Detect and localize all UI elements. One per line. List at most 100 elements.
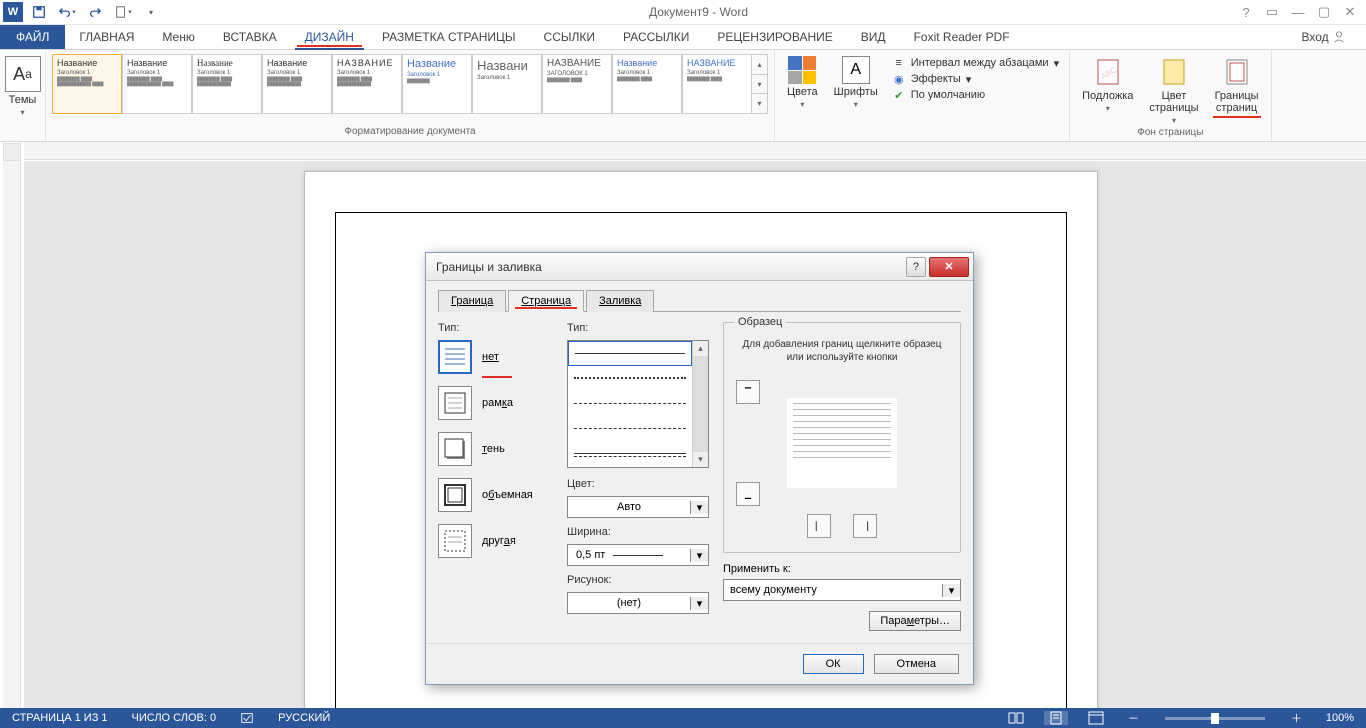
set-default-button[interactable]: ✔По умолчанию — [892, 88, 1059, 102]
status-lang[interactable]: РУССКИЙ — [274, 712, 334, 724]
art-combo[interactable]: (нет)▾ — [567, 592, 709, 614]
tab-review[interactable]: РЕЦЕНЗИРОВАНИЕ — [703, 25, 846, 49]
help-icon[interactable]: ? — [1234, 1, 1258, 23]
tab-references[interactable]: ССЫЛКИ — [530, 25, 609, 49]
vertical-ruler[interactable] — [3, 161, 21, 708]
tab-insert[interactable]: ВСТАВКА — [209, 25, 291, 49]
window-title: Документ9 - Word — [163, 5, 1234, 19]
qat-new[interactable]: ▾ — [111, 1, 135, 23]
status-words[interactable]: ЧИСЛО СЛОВ: 0 — [128, 712, 221, 724]
color-combo[interactable]: Авто▾ — [567, 496, 709, 518]
style-thumb-6[interactable]: НазваниЗаголовок 1 — [472, 54, 542, 114]
preview-top-button[interactable]: ▔ — [736, 380, 760, 404]
style-thumb-8[interactable]: НазваниеЗаголовок 1████████ ████ — [612, 54, 682, 114]
page-color-icon — [1158, 56, 1190, 88]
zoom-out[interactable]: － — [1124, 710, 1143, 726]
tab-foxit[interactable]: Foxit Reader PDF — [900, 25, 1024, 49]
tab-design[interactable]: ДИЗАЙН — [291, 25, 368, 49]
gallery-group-label: Форматирование документа — [344, 126, 475, 139]
watermark-icon: ABC — [1092, 56, 1124, 88]
style-thumb-1[interactable]: НазваниеЗаголовок 1████████ ████ ███████… — [122, 54, 192, 114]
ok-button[interactable]: ОК — [803, 654, 864, 674]
style-thumb-5[interactable]: НазваниеЗаголовок 1████████ — [402, 54, 472, 114]
status-page[interactable]: СТРАНИЦА 1 ИЗ 1 — [8, 712, 112, 724]
style-gallery[interactable]: НазваниеЗаголовок 1████████ ████ ███████… — [52, 54, 768, 114]
gallery-spinner[interactable]: ▴▾▾ — [752, 54, 768, 114]
tab-home[interactable]: ГЛАВНАЯ — [65, 25, 148, 49]
page-borders-icon — [1221, 56, 1253, 88]
style-thumb-2[interactable]: НазваниеЗаголовок 1████████ ████ ███████… — [192, 54, 262, 114]
dialog-help-button[interactable]: ? — [906, 257, 926, 277]
width-label: Ширина: — [567, 526, 709, 538]
zoom-slider[interactable] — [1165, 717, 1265, 720]
user-icon — [1332, 30, 1346, 44]
style-thumb-0[interactable]: НазваниеЗаголовок 1████████ ████ ███████… — [52, 54, 122, 114]
apply-combo[interactable]: всему документу▾ — [723, 579, 961, 601]
qat-undo[interactable]: ▾ — [55, 1, 79, 23]
fonts-button[interactable]: AШрифты▾ — [828, 54, 884, 111]
maximize-icon[interactable]: ▢ — [1312, 1, 1336, 23]
zoom-in[interactable]: ＋ — [1287, 710, 1306, 726]
tab-border[interactable]: Граница — [438, 290, 506, 312]
parameters-button[interactable]: Параметры… — [869, 611, 961, 631]
themes-button[interactable]: Aa Темы ▾ — [1, 54, 45, 119]
type-custom-icon — [438, 524, 472, 558]
qat-redo[interactable] — [83, 1, 107, 23]
minimize-icon[interactable]: — — [1286, 1, 1310, 23]
type-box[interactable]: рамка — [438, 386, 553, 420]
style-list[interactable]: ▴▾ — [567, 340, 709, 468]
style-thumb-4[interactable]: НАЗВАНИЕЗаголовок 1████████ ████ ███████… — [332, 54, 402, 114]
watermark-button[interactable]: ABC Подложка▾ — [1076, 54, 1139, 115]
paragraph-spacing-button[interactable]: ≡Интервал между абзацами ▾ — [892, 56, 1059, 70]
colors-button[interactable]: Цвета▾ — [781, 54, 824, 111]
ruler-corner — [3, 143, 21, 161]
style-thumb-3[interactable]: НазваниеЗаголовок 1████████ ████ ███████… — [262, 54, 332, 114]
tab-file[interactable]: ФАЙЛ — [0, 25, 65, 49]
qat-save[interactable] — [27, 1, 51, 23]
tab-layout[interactable]: РАЗМЕТКА СТРАНИЦЫ — [368, 25, 530, 49]
dialog-titlebar[interactable]: Границы и заливка ? ✕ — [426, 253, 973, 281]
view-print-icon[interactable] — [1044, 711, 1068, 725]
qat-customize[interactable]: ▾ — [139, 1, 163, 23]
type-3d[interactable]: объемная — [438, 478, 553, 512]
type-shadow[interactable]: тень — [438, 432, 553, 466]
style-thumb-9[interactable]: НАЗВАНИЕЗаголовок 1████████ ████ — [682, 54, 752, 114]
color-label: Цвет: — [567, 478, 709, 490]
title-bar: W ▾ ▾ ▾ Документ9 - Word ? ▭ — ▢ ✕ — [0, 0, 1366, 25]
close-icon[interactable]: ✕ — [1338, 1, 1362, 23]
style-thumb-7[interactable]: НАЗВАНИЕЗАГОЛОВОК 1████████ ████ — [542, 54, 612, 114]
cancel-button[interactable]: Отмена — [874, 654, 959, 674]
themes-icon: Aa — [5, 56, 41, 92]
preview-left-button[interactable]: ▏ — [807, 514, 831, 538]
type-shadow-icon — [438, 432, 472, 466]
zoom-level[interactable]: 100% — [1322, 712, 1358, 724]
preview-right-button[interactable]: ▕ — [853, 514, 877, 538]
width-combo[interactable]: 0,5 пт▾ — [567, 544, 709, 566]
status-bar: СТРАНИЦА 1 ИЗ 1 ЧИСЛО СЛОВ: 0 РУССКИЙ － … — [0, 708, 1366, 728]
type-custom[interactable]: другая — [438, 524, 553, 558]
status-proofing-icon[interactable] — [236, 711, 258, 725]
colors-icon — [788, 56, 816, 84]
dialog-tabs: Граница Страница Заливка — [438, 289, 961, 312]
tab-shading[interactable]: Заливка — [586, 290, 654, 312]
ribbon-options-icon[interactable]: ▭ — [1260, 1, 1284, 23]
style-scrollbar[interactable]: ▴▾ — [692, 341, 708, 467]
spacing-icon: ≡ — [892, 56, 906, 70]
view-web-icon[interactable] — [1084, 711, 1108, 725]
dialog-close-button[interactable]: ✕ — [929, 257, 969, 277]
view-read-icon[interactable] — [1004, 711, 1028, 725]
type-none[interactable]: нет — [438, 340, 553, 374]
signin-link[interactable]: Вход — [1292, 25, 1366, 49]
page-borders-button[interactable]: Границы страниц — [1209, 54, 1265, 116]
effects-button[interactable]: ◉Эффекты ▾ — [892, 72, 1059, 86]
tab-mailings[interactable]: РАССЫЛКИ — [609, 25, 703, 49]
tab-page[interactable]: Страница — [508, 290, 584, 312]
horizontal-ruler[interactable] — [24, 142, 1366, 160]
type-3d-icon — [438, 478, 472, 512]
preview-bottom-button[interactable]: ▁ — [736, 482, 760, 506]
tab-view[interactable]: ВИД — [847, 25, 900, 49]
tab-menu[interactable]: Меню — [148, 25, 208, 49]
ribbon: Aa Темы ▾ НазваниеЗаголовок 1████████ ██… — [0, 50, 1366, 142]
page-color-button[interactable]: Цвет страницы▾ — [1143, 54, 1204, 127]
preview-canvas[interactable] — [787, 398, 897, 488]
